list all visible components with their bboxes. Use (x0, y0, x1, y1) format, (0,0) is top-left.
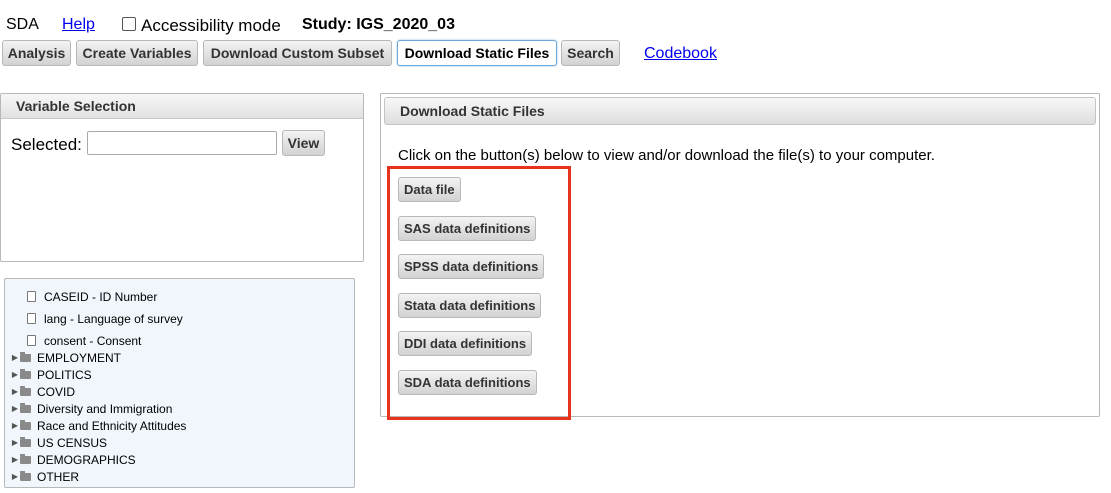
accessibility-checkbox[interactable] (122, 17, 136, 31)
tree-item-label: US CENSUS (37, 435, 108, 450)
variable-selection-title: Variable Selection (1, 94, 363, 119)
folder-icon (20, 368, 31, 379)
tree-variable-item[interactable]: consent - Consent (27, 332, 141, 349)
tree-item-label: POLITICS (37, 367, 92, 382)
expand-arrow-icon[interactable]: ▶ (10, 421, 20, 430)
tree-folder-diversity[interactable]: ▶ Diversity and Immigration (10, 400, 172, 417)
file-icon (27, 335, 36, 346)
study-label: Study: IGS_2020_03 (302, 16, 455, 33)
expand-arrow-icon[interactable]: ▶ (10, 404, 20, 413)
file-icon (27, 313, 36, 324)
file-icon (27, 291, 36, 302)
tree-item-label: OTHER (37, 469, 79, 484)
tree-variable-item[interactable]: lang - Language of survey (27, 310, 183, 327)
help-link[interactable]: Help (62, 16, 95, 34)
download-instruction: Click on the button(s) below to view and… (398, 147, 935, 164)
app-name: SDA (6, 16, 39, 33)
folder-icon (20, 419, 31, 430)
tree-folder-other[interactable]: ▶ OTHER (10, 468, 79, 485)
tab-search[interactable]: Search (561, 40, 620, 66)
tree-folder-employment[interactable]: ▶ EMPLOYMENT (10, 349, 121, 366)
tree-folder-politics[interactable]: ▶ POLITICS (10, 366, 92, 383)
folder-icon (20, 402, 31, 413)
folder-icon (20, 351, 31, 362)
download-panel-title: Download Static Files (384, 97, 1096, 125)
expand-arrow-icon[interactable]: ▶ (10, 472, 20, 481)
tree-variable-item[interactable]: CASEID - ID Number (27, 288, 157, 305)
variable-selection-panel: Variable Selection Selected: View (0, 93, 364, 262)
tree-folder-us-census[interactable]: ▶ US CENSUS (10, 434, 107, 451)
accessibility-label[interactable]: Accessibility mode (141, 16, 281, 36)
tree-item-label: COVID (37, 384, 76, 399)
codebook-link[interactable]: Codebook (644, 45, 717, 63)
tab-analysis[interactable]: Analysis (2, 40, 71, 66)
variable-tree: CASEID - ID Number lang - Language of su… (4, 278, 355, 488)
tree-folder-race-ethnicity[interactable]: ▶ Race and Ethnicity Attitudes (10, 417, 187, 434)
folder-icon (20, 385, 31, 396)
tree-item-label: CASEID - ID Number (44, 289, 158, 304)
tree-item-label: consent - Consent (44, 333, 142, 348)
tree-item-label: EMPLOYMENT (37, 350, 122, 365)
tab-download-custom-subset[interactable]: Download Custom Subset (203, 40, 392, 66)
tab-create-variables[interactable]: Create Variables (76, 40, 198, 66)
tree-item-label: lang - Language of survey (44, 311, 183, 326)
tree-item-label: Race and Ethnicity Attitudes (37, 418, 187, 433)
expand-arrow-icon[interactable]: ▶ (10, 353, 20, 362)
tree-folder-demographics[interactable]: ▶ DEMOGRAPHICS (10, 451, 136, 468)
expand-arrow-icon[interactable]: ▶ (10, 387, 20, 396)
folder-icon (20, 436, 31, 447)
expand-arrow-icon[interactable]: ▶ (10, 438, 20, 447)
folder-icon (20, 470, 31, 481)
tree-folder-covid[interactable]: ▶ COVID (10, 383, 75, 400)
highlight-box (387, 166, 571, 420)
selected-input[interactable] (87, 131, 277, 155)
folder-icon (20, 453, 31, 464)
tree-item-label: DEMOGRAPHICS (37, 452, 136, 467)
view-button[interactable]: View (282, 130, 325, 156)
expand-arrow-icon[interactable]: ▶ (10, 455, 20, 464)
tree-item-label: Diversity and Immigration (37, 401, 173, 416)
expand-arrow-icon[interactable]: ▶ (10, 370, 20, 379)
selected-label: Selected: (11, 135, 82, 154)
tab-download-static-files[interactable]: Download Static Files (397, 40, 557, 66)
